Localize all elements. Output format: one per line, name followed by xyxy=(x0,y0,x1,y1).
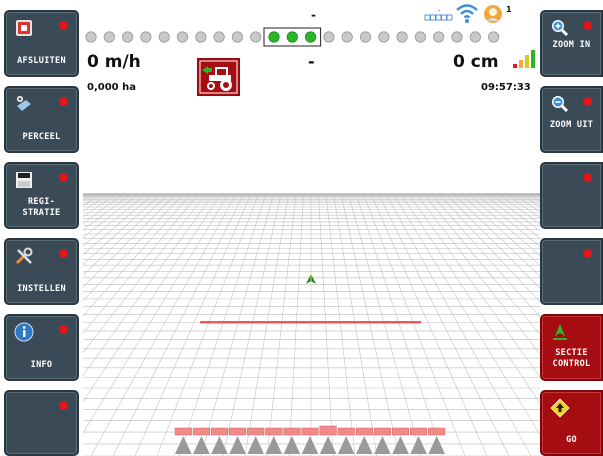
lightbar-led xyxy=(85,31,97,43)
lightbar-led xyxy=(487,31,500,43)
left-button-panel: AFSLUITEN PERCEEL REGI- STRATIE INSTELLE… xyxy=(0,0,83,456)
button-label: SECTIE CONTROL xyxy=(552,348,591,369)
button-label: INFO xyxy=(30,360,53,370)
lightbar-led xyxy=(378,31,390,43)
tools-icon xyxy=(15,247,33,265)
lightbar-led xyxy=(121,31,134,43)
status-dot xyxy=(59,249,68,258)
lightbar-led xyxy=(250,31,262,43)
ground-grid xyxy=(83,190,540,456)
speed-readout: 0 m/h xyxy=(87,52,141,72)
status-dot xyxy=(59,401,68,410)
button-label: AFSLUITEN xyxy=(17,56,66,66)
info-icon xyxy=(14,322,34,342)
go-button[interactable]: GO xyxy=(540,390,603,456)
offset-readout: 0 cm xyxy=(453,52,499,72)
zoom-in-button[interactable]: ZOOM IN xyxy=(540,10,603,77)
boom-line xyxy=(200,321,421,324)
signal-strength-icon xyxy=(513,50,535,68)
lightbar-led xyxy=(396,31,408,43)
section-bar xyxy=(410,427,428,436)
status-dot xyxy=(583,21,592,30)
instellen-button[interactable]: INSTELLEN xyxy=(4,238,79,305)
empty-right-button-2[interactable] xyxy=(540,238,603,305)
lightbar-led xyxy=(213,31,225,43)
lightbar-led xyxy=(195,31,207,43)
field-icon xyxy=(17,96,31,111)
section-bar xyxy=(174,427,192,436)
zoom-in-icon xyxy=(552,20,569,37)
lightbar-led xyxy=(158,31,170,43)
signal-dots-icon: - xyxy=(424,8,453,21)
registratie-button[interactable]: REGI- STRATIE xyxy=(4,162,79,229)
lightbar-led xyxy=(323,31,335,43)
button-label: REGI- STRATIE xyxy=(22,197,61,218)
lightbar-led xyxy=(433,31,445,43)
section-bar xyxy=(192,427,210,436)
tractor-mode-icon[interactable] xyxy=(197,58,240,96)
lightbar-led xyxy=(140,31,152,43)
lightbar-led xyxy=(359,31,372,43)
section-bar xyxy=(247,427,265,436)
button-label: GO xyxy=(566,435,577,445)
wifi-icon xyxy=(456,4,478,23)
center-dash: - xyxy=(308,52,315,71)
lightbar-led xyxy=(451,31,463,43)
perceel-button[interactable]: PERCEEL xyxy=(4,86,79,153)
signal-dash: - xyxy=(438,8,441,15)
zoom-out-icon xyxy=(552,96,569,113)
section-bar xyxy=(283,427,301,436)
exit-icon xyxy=(16,20,32,36)
section-bar xyxy=(355,427,373,436)
satellite-count: 1 xyxy=(506,5,512,14)
right-button-panel: ZOOM IN ZOOM UIT SECTIE CONTROL GO xyxy=(540,0,603,456)
info-button[interactable]: INFO xyxy=(4,314,79,381)
zoom-uit-button[interactable]: ZOOM UIT xyxy=(540,86,603,153)
top-dash: - xyxy=(311,8,316,22)
section-bar xyxy=(229,427,247,436)
lightbar-led xyxy=(286,31,298,43)
lightbar-led xyxy=(231,31,243,43)
lightbar xyxy=(85,27,500,47)
area-readout: 0,000 ha xyxy=(87,82,136,93)
lightbar-led xyxy=(469,31,481,43)
lightbar-led xyxy=(268,31,280,43)
lightbar-led xyxy=(305,31,317,43)
afsluiten-button[interactable]: AFSLUITEN xyxy=(4,10,79,77)
button-label: ZOOM UIT xyxy=(549,120,594,130)
disk-icon xyxy=(16,172,32,188)
lightbar-led xyxy=(414,31,426,43)
section-control-icon xyxy=(553,324,567,340)
section-bar xyxy=(337,427,355,436)
button-label: PERCEEL xyxy=(22,132,61,142)
status-dot xyxy=(583,249,592,258)
status-dot xyxy=(59,21,68,30)
status-dot xyxy=(59,325,68,334)
section-bar xyxy=(319,425,337,436)
sectie-control-button[interactable]: SECTIE CONTROL xyxy=(540,314,603,381)
map-view[interactable]: - - 1 0 m/h - 0 cm 0,000 ha 09:57:33 xyxy=(83,0,540,456)
status-dot xyxy=(59,97,68,106)
button-label: ZOOM IN xyxy=(552,40,591,50)
status-dot xyxy=(59,173,68,182)
lightbar-led xyxy=(103,31,115,43)
section-bar xyxy=(301,427,319,436)
time-readout: 09:57:33 xyxy=(481,82,531,93)
section-bar xyxy=(373,427,391,436)
empty-button[interactable] xyxy=(4,390,79,456)
lightbar-led xyxy=(341,31,353,43)
go-icon xyxy=(550,398,570,418)
satellite-icon xyxy=(484,5,502,23)
status-dot xyxy=(583,97,592,106)
status-dot xyxy=(583,173,592,182)
section-bar xyxy=(428,427,446,436)
lightbar-led xyxy=(176,31,189,43)
section-bar xyxy=(391,427,410,436)
section-bar xyxy=(210,427,229,436)
button-label: INSTELLEN xyxy=(17,284,66,294)
section-bar xyxy=(265,427,283,436)
empty-right-button-1[interactable] xyxy=(540,162,603,229)
